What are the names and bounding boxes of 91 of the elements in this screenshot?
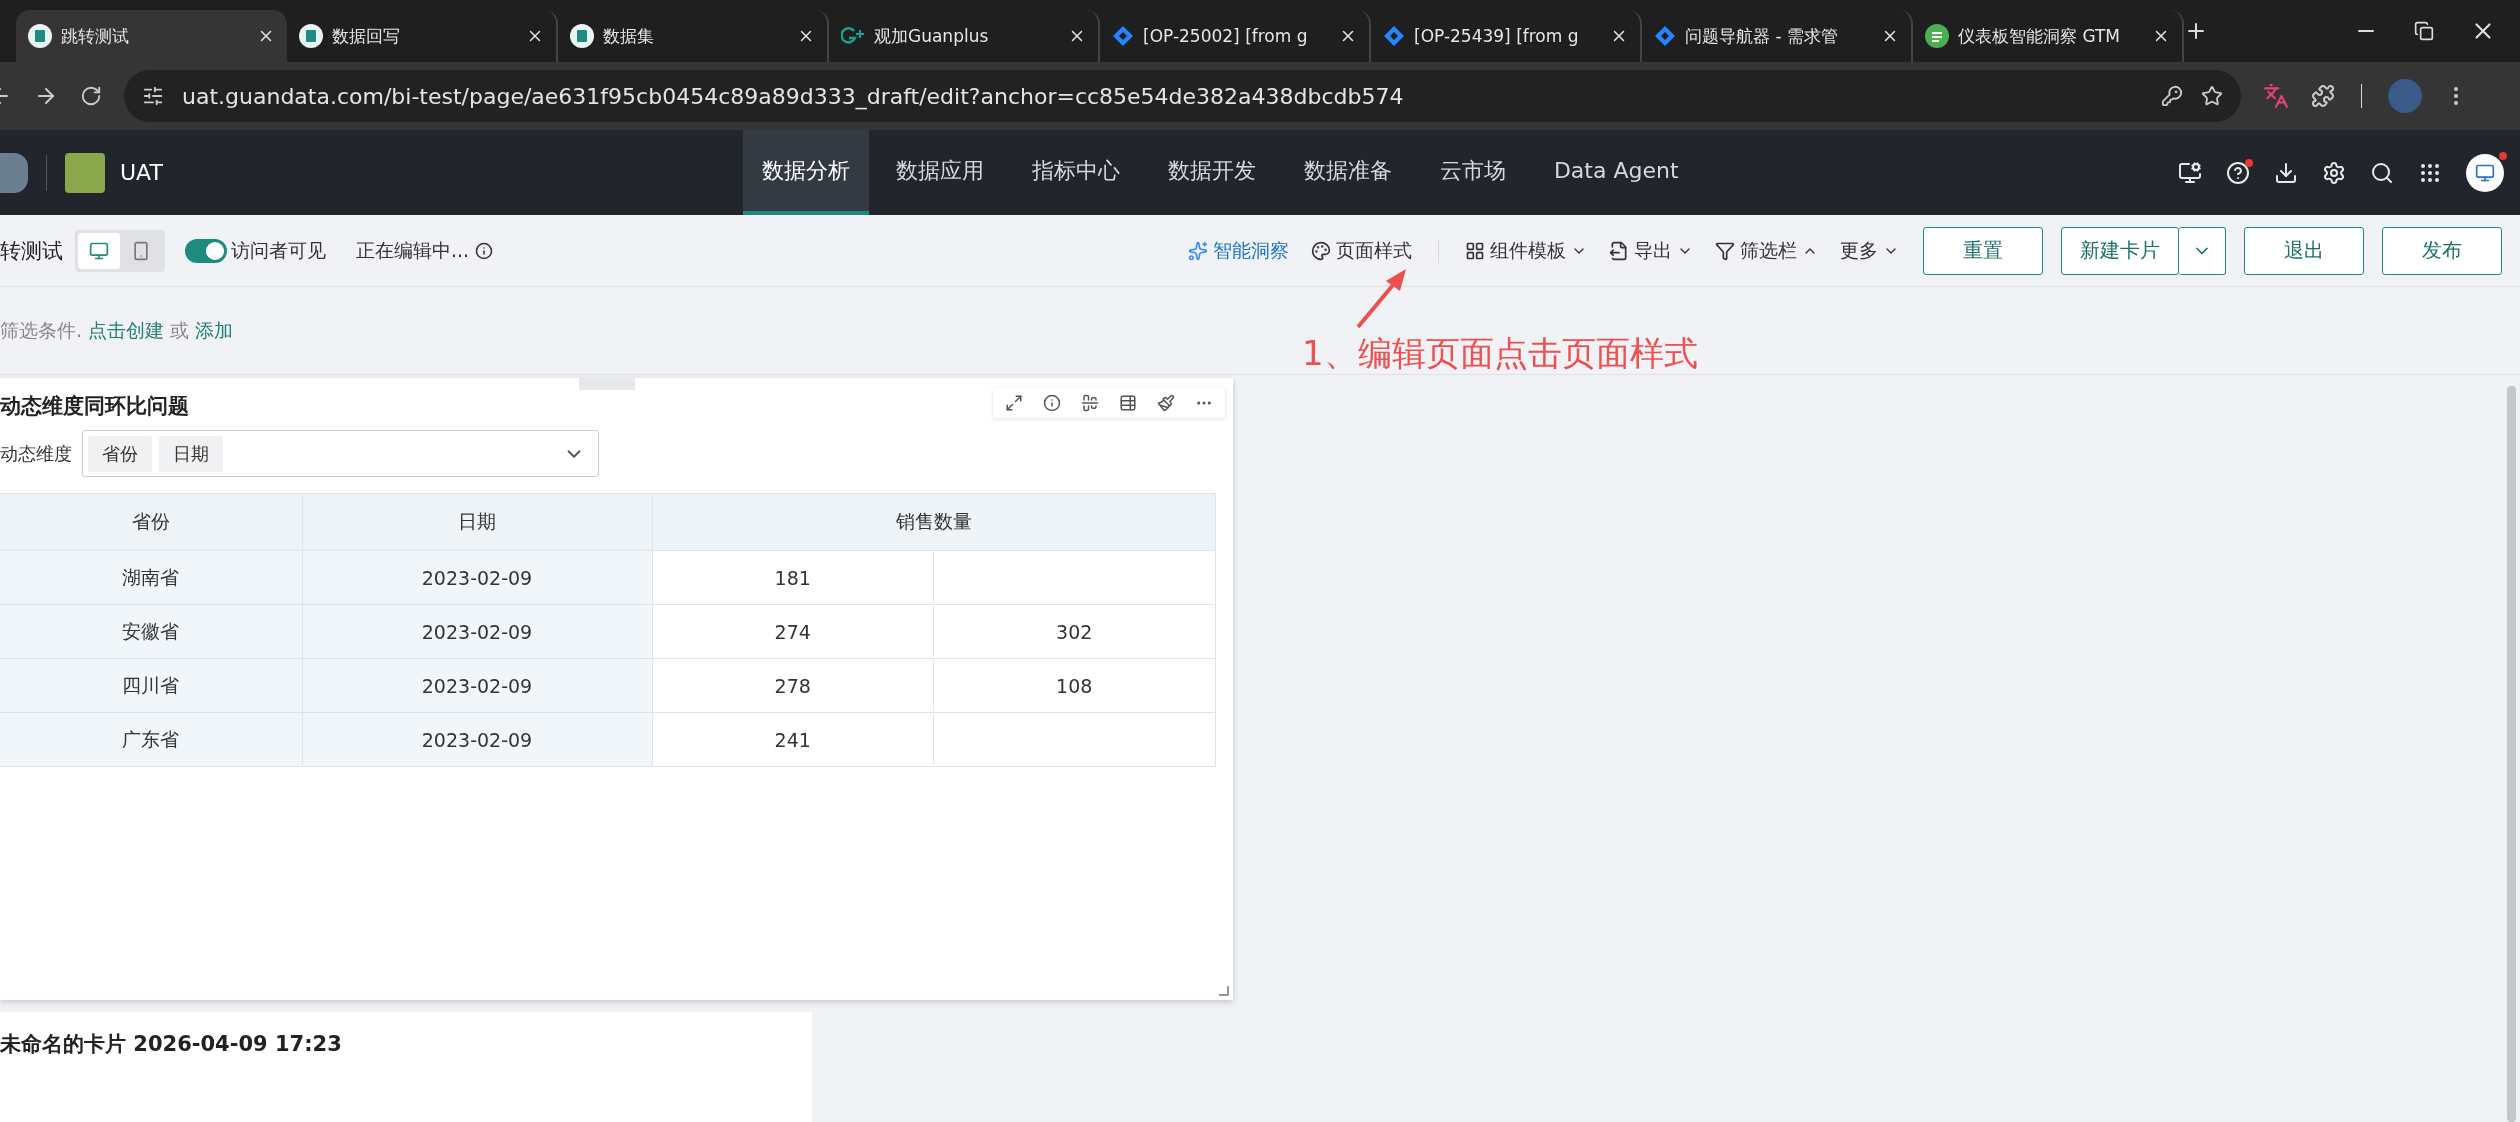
diamond-icon <box>1112 25 1134 47</box>
toolbar-action[interactable]: 页面样式 <box>1311 237 1412 264</box>
address-field[interactable]: uat.guandata.com/bi-test/page/ae631f95cb0454c89a89d333_draft/edit?anchor=cc85e54de382a438dbcdb574 <box>124 70 2241 122</box>
table-cell: 241 <box>652 714 934 765</box>
toolbar-button[interactable]: 退出 <box>2244 226 2364 275</box>
annotation-text: 1、编辑页面点击页面样式 <box>1302 332 1698 375</box>
diamond-icon <box>1654 25 1676 47</box>
app-logo <box>65 152 105 193</box>
table-cell: 湖南省 <box>0 550 302 605</box>
extensions-icon[interactable] <box>2311 84 2335 108</box>
dimension-select[interactable]: 省份 日期 <box>82 430 599 477</box>
nav-tab[interactable]: 数据开发 <box>1148 130 1275 215</box>
card-title: 动态维度同环比问题 <box>0 393 189 420</box>
paintbrush-icon[interactable] <box>1157 394 1175 412</box>
column-header: 省份 <box>0 493 302 551</box>
column-header: 销售数量 <box>652 493 1215 551</box>
restore-icon[interactable] <box>2414 21 2434 41</box>
search-icon[interactable] <box>2370 160 2394 185</box>
table-cell: 四川省 <box>0 658 302 713</box>
table-cell-text: 108 <box>1055 673 1094 699</box>
toolbar-action[interactable]: 更多 <box>1840 237 1899 264</box>
tab-logo-icon <box>28 24 52 48</box>
table-cell: 2023-02-09 <box>302 604 652 659</box>
browser-tab[interactable]: 跳转测试 <box>16 10 287 62</box>
expand-icon[interactable] <box>1005 394 1023 412</box>
reload-icon[interactable] <box>80 85 102 107</box>
help-icon[interactable] <box>2226 160 2250 185</box>
nav-tab[interactable]: 云市场 <box>1420 130 1525 215</box>
drag-handle[interactable] <box>579 378 635 390</box>
resize-handle[interactable] <box>1219 986 1229 996</box>
table-cell: 2023-02-09 <box>302 550 652 605</box>
toolbar-action[interactable]: 筛选栏 <box>1715 237 1818 264</box>
tab-logo-icon <box>1925 24 1949 48</box>
visibility-switch[interactable] <box>185 238 227 263</box>
table-cell-text: 302 <box>1055 619 1094 645</box>
download-icon[interactable] <box>2274 160 2298 185</box>
toolbar-action[interactable]: 导出 <box>1609 237 1693 264</box>
diamond-icon <box>1383 25 1405 47</box>
table-cell: 278 <box>652 660 934 711</box>
table-cell: 2023-02-09 <box>302 658 652 713</box>
translate-icon[interactable] <box>2263 83 2289 109</box>
workspace-name: UAT <box>120 160 163 185</box>
add-link[interactable]: 添加 <box>195 318 234 341</box>
bookmark-star-icon[interactable] <box>2201 85 2223 107</box>
dimension-tag: 省份 <box>88 435 152 472</box>
table-cell: 安徽省 <box>0 604 302 659</box>
create-link[interactable]: 点击创建 <box>88 318 165 341</box>
user-avatar[interactable] <box>2466 153 2504 192</box>
nav-tab[interactable]: 数据准备 <box>1284 130 1411 215</box>
toolbar-button[interactable]: 重置 <box>1923 226 2043 275</box>
desktop-view-button[interactable] <box>78 232 120 269</box>
monitor-icon <box>89 240 109 261</box>
edit-status: 正在编辑中... <box>356 237 470 263</box>
tab-logo-icon <box>841 26 865 46</box>
table-cell: 181 <box>652 552 934 603</box>
nav-tab[interactable]: 数据应用 <box>876 130 1003 215</box>
monitor-icon[interactable] <box>2178 160 2202 185</box>
phone-icon <box>131 240 151 261</box>
card-title: 未命名的卡片 2026-04-09 17:23 <box>0 1031 342 1058</box>
info-icon[interactable] <box>1043 394 1061 412</box>
filter-icon <box>1715 240 1735 261</box>
tab-logo-icon <box>570 24 594 48</box>
new-card-button[interactable]: 新建卡片 <box>2061 226 2179 275</box>
palette-icon <box>1311 240 1331 261</box>
switch-label: 访问者可见 <box>231 237 326 263</box>
scrollbar[interactable] <box>2507 386 2516 1122</box>
nav-tab[interactable]: 指标中心 <box>1012 130 1139 215</box>
export-icon <box>1609 240 1629 261</box>
dimension-label: 动态维度 <box>0 441 72 466</box>
dropdown-button[interactable] <box>2179 226 2226 275</box>
toolbar-action[interactable]: 组件模板 <box>1465 237 1587 264</box>
sparkle-icon <box>1188 240 1208 261</box>
table-cell: 2023-02-09 <box>302 712 652 767</box>
settings-icon[interactable] <box>2322 160 2346 185</box>
grid-icon <box>1465 240 1485 261</box>
align-icon[interactable] <box>1081 394 1099 412</box>
toolbar-button[interactable]: 发布 <box>2382 226 2502 275</box>
nav-tab[interactable]: Data Agent <box>1534 130 1698 215</box>
site-info-icon[interactable] <box>142 85 164 107</box>
table-icon[interactable] <box>1119 394 1137 412</box>
filter-hint: 筛选条件. 点击创建 或 添加 <box>0 317 234 343</box>
table-cell: 274 <box>652 606 934 657</box>
toolbar-action[interactable]: 智能洞察 <box>1188 237 1289 264</box>
key-icon[interactable] <box>2161 85 2183 107</box>
column-header: 日期 <box>302 493 652 551</box>
nav-tab[interactable]: 数据分析 <box>742 130 869 215</box>
info-icon[interactable] <box>475 241 494 260</box>
dimension-tag: 日期 <box>159 435 223 472</box>
table-cell: 广东省 <box>0 712 302 767</box>
tab-logo-icon <box>299 24 323 48</box>
page-title: 转测试 <box>0 237 63 265</box>
